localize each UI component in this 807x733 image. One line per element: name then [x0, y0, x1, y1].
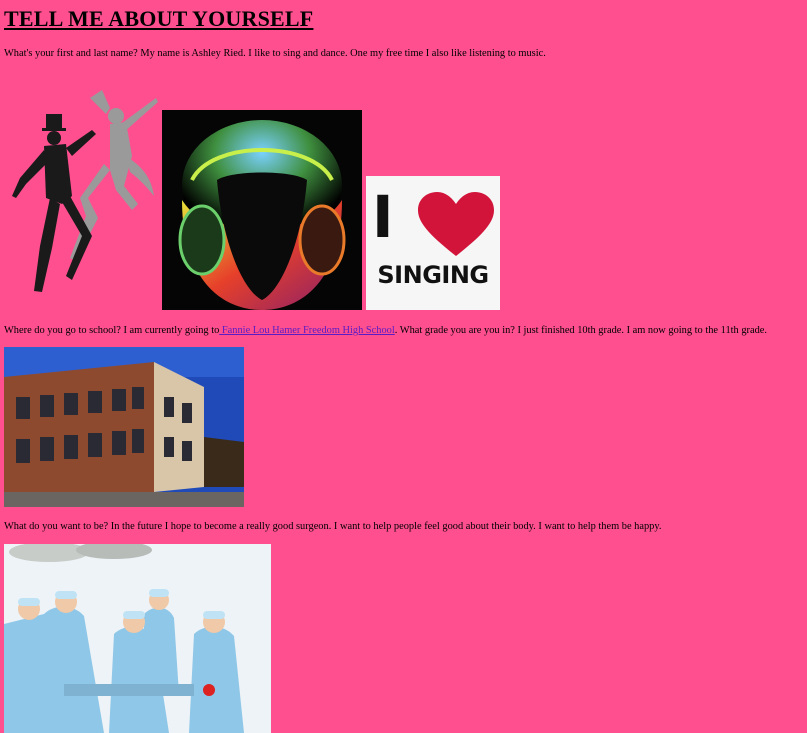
name-question: What's your first and last name? [4, 48, 138, 59]
headphones-portrait-image [162, 110, 362, 310]
name-answer: My name is Ashley Ried. I like to sing a… [140, 48, 546, 59]
heart-icon [418, 192, 494, 256]
grade-text: . What grade you are you in? I just fini… [394, 325, 768, 336]
page: TELL ME ABOUT YOURSELF What's your first… [4, 0, 807, 733]
page-heading: TELL ME ABOUT YOURSELF [4, 6, 314, 31]
school-question: Where do you go to school? [4, 325, 121, 336]
school-link[interactable]: Fannie Lou Hamer Freedom High School [219, 325, 395, 336]
school-answer: I am currently going to [123, 325, 220, 336]
badge-singing-text: SINGING [377, 261, 489, 289]
dancers-image [6, 86, 160, 296]
name-paragraph: What's your first and last name? My name… [4, 47, 546, 60]
school-building-image [4, 347, 244, 507]
surgeons-image [4, 544, 271, 733]
school-paragraph: Where do you go to school? I am currentl… [4, 324, 767, 337]
badge-letter-i: I [372, 183, 394, 251]
future-paragraph: What do you want to be? In the future I … [4, 521, 662, 532]
i-love-singing-image: I SINGING [366, 176, 500, 310]
